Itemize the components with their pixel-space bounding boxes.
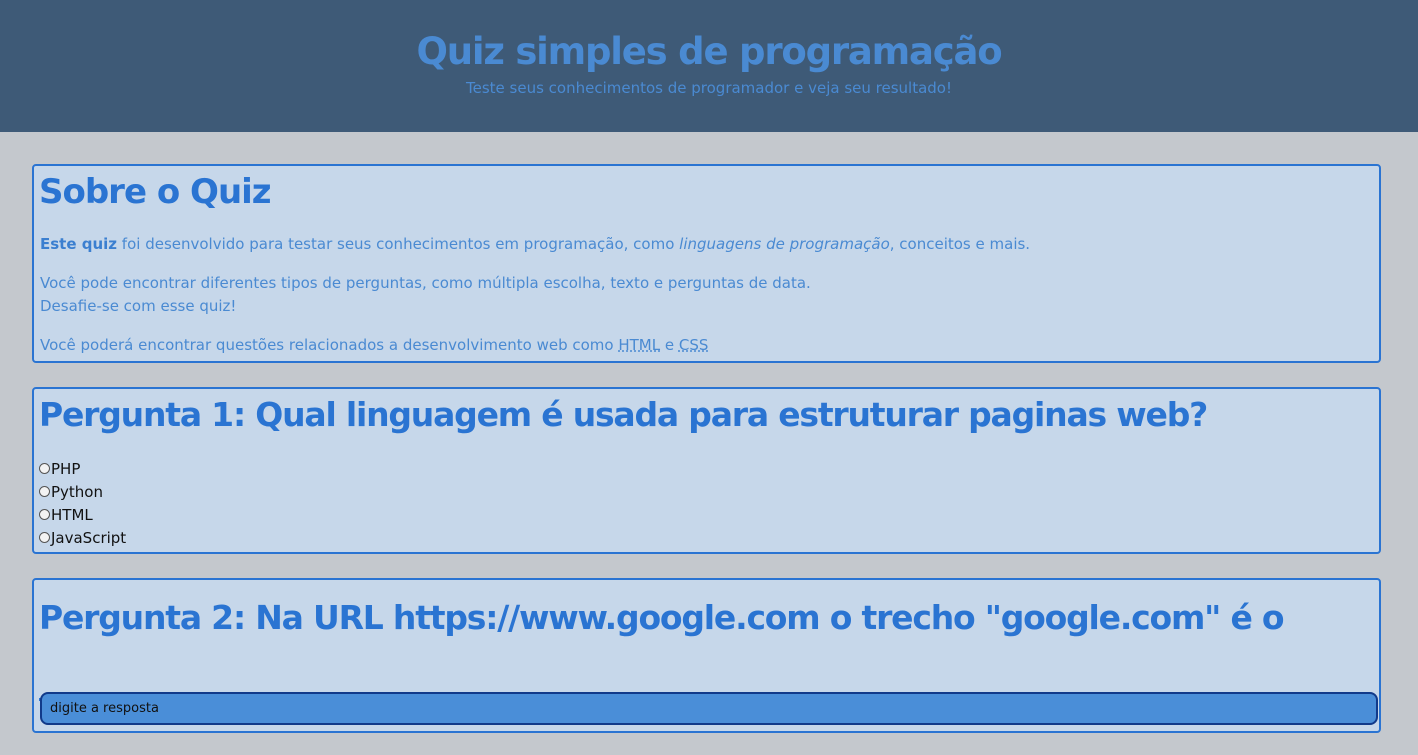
option-label: HTML (51, 505, 93, 524)
about-paragraph-3: Você poderá encontrar questões relaciona… (40, 334, 708, 357)
answer-input[interactable]: digite a resposta (40, 692, 1378, 725)
option-python[interactable]: Python (39, 480, 126, 503)
radio-button[interactable] (39, 532, 50, 543)
option-php[interactable]: PHP (39, 457, 126, 480)
question-1-options: PHP Python HTML JavaScript (39, 457, 126, 549)
radio-button[interactable] (39, 463, 50, 474)
option-javascript[interactable]: JavaScript (39, 526, 126, 549)
abbr-css: CSS (678, 336, 709, 354)
option-label: Python (51, 482, 103, 501)
about-paragraph-1: Este quiz foi desenvolvido para testar s… (40, 233, 1030, 256)
question-1-title: Pergunta 1: Qual linguagem é usada para … (39, 395, 1208, 434)
page-subtitle: Teste seus conhecimentos de programador … (466, 79, 952, 97)
option-label: PHP (51, 459, 81, 478)
option-html[interactable]: HTML (39, 503, 126, 526)
option-label: JavaScript (51, 528, 127, 547)
radio-button[interactable] (39, 486, 50, 497)
radio-button[interactable] (39, 509, 50, 520)
question-2-section: Pergunta 2: Na URL https://www.google.co… (32, 578, 1381, 733)
about-p2-line2: Desafie-se com esse quiz! (40, 297, 237, 315)
abbr-html: HTML (618, 336, 661, 354)
about-italic-text: linguagens de programação (679, 235, 890, 253)
about-p3-text-b: e (660, 336, 679, 354)
about-text-a: foi desenvolvido para testar seus conhec… (117, 235, 680, 253)
about-bold-text: Este quiz (40, 235, 118, 253)
about-p2-line1: Você pode encontrar diferentes tipos de … (40, 274, 811, 292)
page-header: Quiz simples de programação Teste seus c… (0, 0, 1418, 132)
about-text-b: , conceitos e mais. (889, 235, 1031, 253)
question-1-section: Pergunta 1: Qual linguagem é usada para … (32, 387, 1381, 554)
about-paragraph-2: Você pode encontrar diferentes tipos de … (40, 272, 811, 318)
about-p3-text-a: Você poderá encontrar questões relaciona… (40, 336, 619, 354)
page-title: Quiz simples de programação (416, 30, 1002, 73)
about-section: Sobre o Quiz Este quiz foi desenvolvido … (32, 164, 1381, 363)
about-title: Sobre o Quiz (39, 172, 272, 212)
